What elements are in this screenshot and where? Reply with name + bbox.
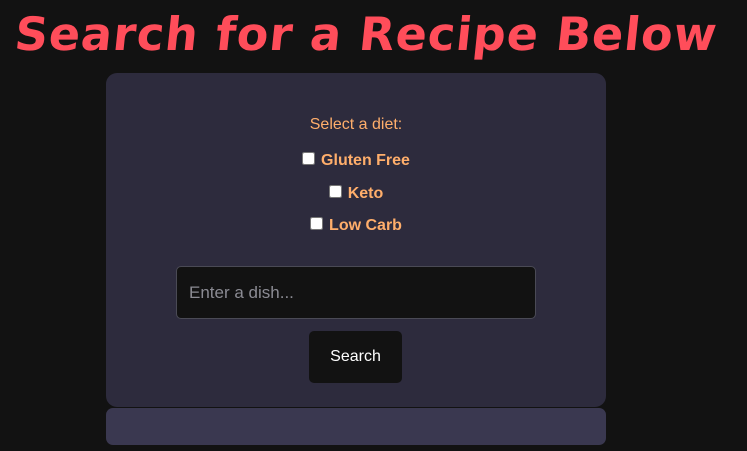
page-title: Search for a Recipe Below	[12, 7, 721, 61]
diet-option-gluten-free[interactable]: Gluten Free	[106, 151, 606, 171]
gluten-free-label: Gluten Free	[321, 152, 410, 169]
diet-option-low-carb[interactable]: Low Carb	[106, 216, 606, 236]
search-button[interactable]: Search	[309, 331, 402, 383]
gluten-free-checkbox[interactable]	[302, 151, 316, 165]
low-carb-checkbox[interactable]	[310, 216, 324, 230]
diet-select-label: Select a diet:	[309, 116, 403, 133]
dish-search-input[interactable]	[176, 266, 536, 319]
low-carb-label: Low Carb	[329, 217, 402, 234]
keto-label: Keto	[347, 185, 384, 202]
search-card: Select a diet: Gluten Free Keto Low Carb…	[106, 73, 606, 407]
results-panel	[106, 408, 606, 445]
diet-option-keto[interactable]: Keto	[106, 184, 606, 204]
keto-checkbox[interactable]	[328, 184, 342, 198]
